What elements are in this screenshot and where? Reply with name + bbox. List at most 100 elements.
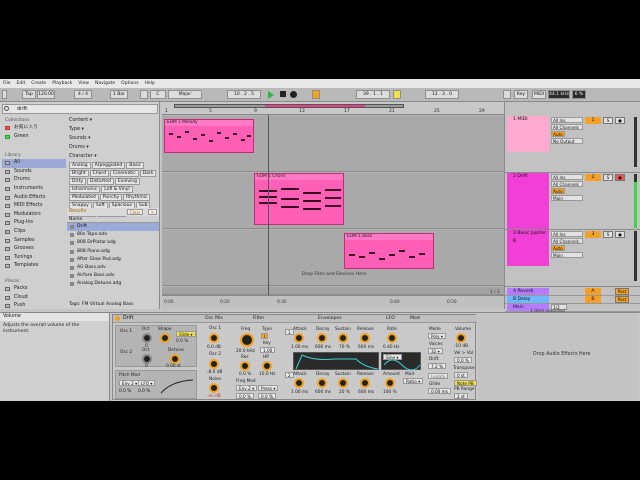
menu-create[interactable]: Create [31, 81, 46, 86]
output-select[interactable]: Main [551, 195, 583, 201]
tap-button[interactable]: Tap [22, 90, 36, 99]
place-packs[interactable]: Packs [2, 285, 66, 294]
keyboard-icon[interactable] [503, 90, 511, 99]
scale-select[interactable]: Major [168, 90, 202, 99]
env1-release-knob[interactable] [360, 333, 370, 343]
output-select[interactable]: Main [551, 252, 583, 258]
mixer-track[interactable]: 2 Drift All Ins All Channels Auto Main 2… [505, 173, 640, 230]
pb-range-value[interactable]: 2 st [454, 393, 468, 399]
tag-chip[interactable]: Cinematic [110, 170, 139, 177]
library-drums[interactable]: Drums [2, 176, 66, 185]
library-grooves[interactable]: Grooves [2, 245, 66, 254]
record-button[interactable] [290, 91, 297, 98]
result-item[interactable]: 808 Piano.adg [67, 248, 159, 256]
key-map-button[interactable]: Key [514, 90, 528, 99]
env1-attack-knob[interactable] [294, 333, 304, 343]
library-clips[interactable]: Clips [2, 228, 66, 237]
stop-button[interactable] [280, 91, 286, 97]
input-select[interactable]: All Ins [551, 231, 583, 237]
library-instruments[interactable]: Instruments [2, 185, 66, 194]
link-icon[interactable] [2, 90, 7, 99]
volume-knob[interactable] [456, 333, 466, 343]
track-activator[interactable]: 2 [585, 174, 601, 181]
library-sounds[interactable]: Sounds [2, 168, 66, 177]
loop-region[interactable] [265, 105, 365, 107]
env1-sustain-knob[interactable] [338, 333, 348, 343]
midi-clip[interactable]: EDM 1 Bass [344, 233, 434, 269]
freq-mod-v2[interactable]: 0.0 % [258, 393, 276, 399]
tag-chip[interactable]: Dark [139, 170, 157, 177]
filter-type[interactable]: Type ▾ [67, 125, 159, 134]
lfo-rate-knob[interactable] [387, 333, 397, 343]
legato-button[interactable]: Legato [428, 373, 449, 379]
song-position[interactable]: 10 . 2 . 5 [227, 90, 261, 99]
input-select[interactable]: All Ins [551, 117, 583, 123]
loop-start-field[interactable]: 39 . 1 . 1 [356, 90, 390, 99]
channel-select[interactable]: All Channels [551, 124, 583, 130]
column-name[interactable]: Name [67, 216, 159, 223]
result-item[interactable]: 80s Tape.adv [67, 231, 159, 239]
device-power-icon[interactable] [115, 316, 120, 321]
result-item[interactable]: After Glow Pad.adg [67, 256, 159, 264]
place-push[interactable]: Push [2, 302, 66, 311]
library-modulators[interactable]: Modulators [2, 211, 66, 220]
pitch-mod-src2[interactable]: LFO ▾ [138, 380, 156, 386]
tag-chip[interactable]: Punchy [99, 194, 123, 201]
env2-sustain-knob[interactable] [338, 378, 348, 388]
main-track[interactable]: Main 1/2 [505, 304, 640, 312]
collection-green[interactable]: Green [2, 133, 66, 142]
midi-map-button[interactable]: MIDI [532, 90, 546, 99]
glide-value[interactable]: 0.00 ms [428, 388, 451, 394]
tag-chip[interactable]: Chord [89, 170, 110, 177]
track-lane[interactable]: EDM 1 Chord [162, 173, 504, 229]
osc2-oct-knob[interactable] [142, 354, 152, 364]
tag-chip[interactable]: Bright [69, 170, 89, 177]
track-lane[interactable]: EDM 1 Bass Drop Files and Devices Here [162, 230, 504, 286]
place-cloud[interactable]: Cloud [2, 294, 66, 303]
midi-clip[interactable]: EDM 1 Melody [164, 119, 254, 153]
play-button[interactable] [268, 91, 274, 99]
solo-button[interactable]: S [603, 117, 613, 124]
vel-vol-value[interactable]: 0.0 % [454, 357, 472, 363]
track-name[interactable]: 3 Basic Jupiter B [507, 230, 549, 244]
search-input[interactable]: drift [2, 104, 158, 114]
time-ruler[interactable]: 0:00 0:20 0:30 0:40 0:50 1 / 3 [162, 290, 504, 309]
solo-button[interactable]: S [603, 231, 613, 238]
mix-osc1-knob[interactable] [209, 333, 219, 343]
edit-icon[interactable]: ✎ [148, 209, 158, 215]
note-pb-button[interactable]: Note PB [454, 380, 477, 386]
tag-chip[interactable]: Evolving [114, 178, 140, 185]
filter-character[interactable]: Character ▾ [67, 152, 159, 161]
automation-arm-icon[interactable] [312, 90, 320, 99]
arm-button[interactable]: ● [615, 231, 625, 238]
envelope-display[interactable] [293, 352, 379, 370]
osc2-detune-knob[interactable] [170, 354, 180, 364]
mixer-track[interactable]: 1 MIDI All Ins All Channels Auto No Outp… [505, 116, 640, 173]
tag-chip[interactable]: Rhythmic [123, 194, 151, 201]
mixer-track[interactable]: 3 Basic Jupiter B All Ins All Channels A… [505, 230, 640, 287]
library-all[interactable]: All [2, 159, 66, 168]
post-button[interactable]: Post [615, 296, 629, 303]
return-track[interactable]: B Delay B Post [505, 296, 640, 304]
collection-favorites[interactable]: お気に入り [2, 124, 66, 133]
transpose-value[interactable]: 0 st [454, 372, 468, 378]
filter-hp-knob[interactable] [262, 361, 272, 371]
freq-mod-v1[interactable]: 0.0 % [236, 393, 254, 399]
result-item[interactable]: Analog Detune.adg [67, 280, 159, 288]
freq-mod-src1[interactable]: Env 2 ▾ [236, 385, 258, 391]
track-lane[interactable]: EDM 1 Melody [162, 116, 504, 172]
track-name[interactable]: 1 MIDI [507, 116, 549, 124]
post-button[interactable]: Post [615, 288, 629, 295]
clear-button[interactable]: Clear [127, 209, 144, 215]
audio-effects-drop-zone[interactable]: Drop Audio Effects Here [478, 314, 638, 400]
channel-select[interactable]: All Channels [551, 181, 583, 187]
env2-decay-knob[interactable] [317, 378, 327, 388]
arm-button[interactable]: ● [615, 117, 625, 124]
mode-select[interactable]: Poly ▾ [428, 333, 447, 339]
result-item[interactable]: Airfare Bass.adv [67, 272, 159, 280]
filter-res-knob[interactable] [240, 361, 250, 371]
return-activator[interactable]: A [585, 288, 601, 295]
result-item[interactable]: Drift [67, 223, 159, 232]
quantize-select[interactable]: 1 Bar [110, 90, 128, 99]
lfo-display[interactable]: Sine ▾ [381, 352, 421, 371]
